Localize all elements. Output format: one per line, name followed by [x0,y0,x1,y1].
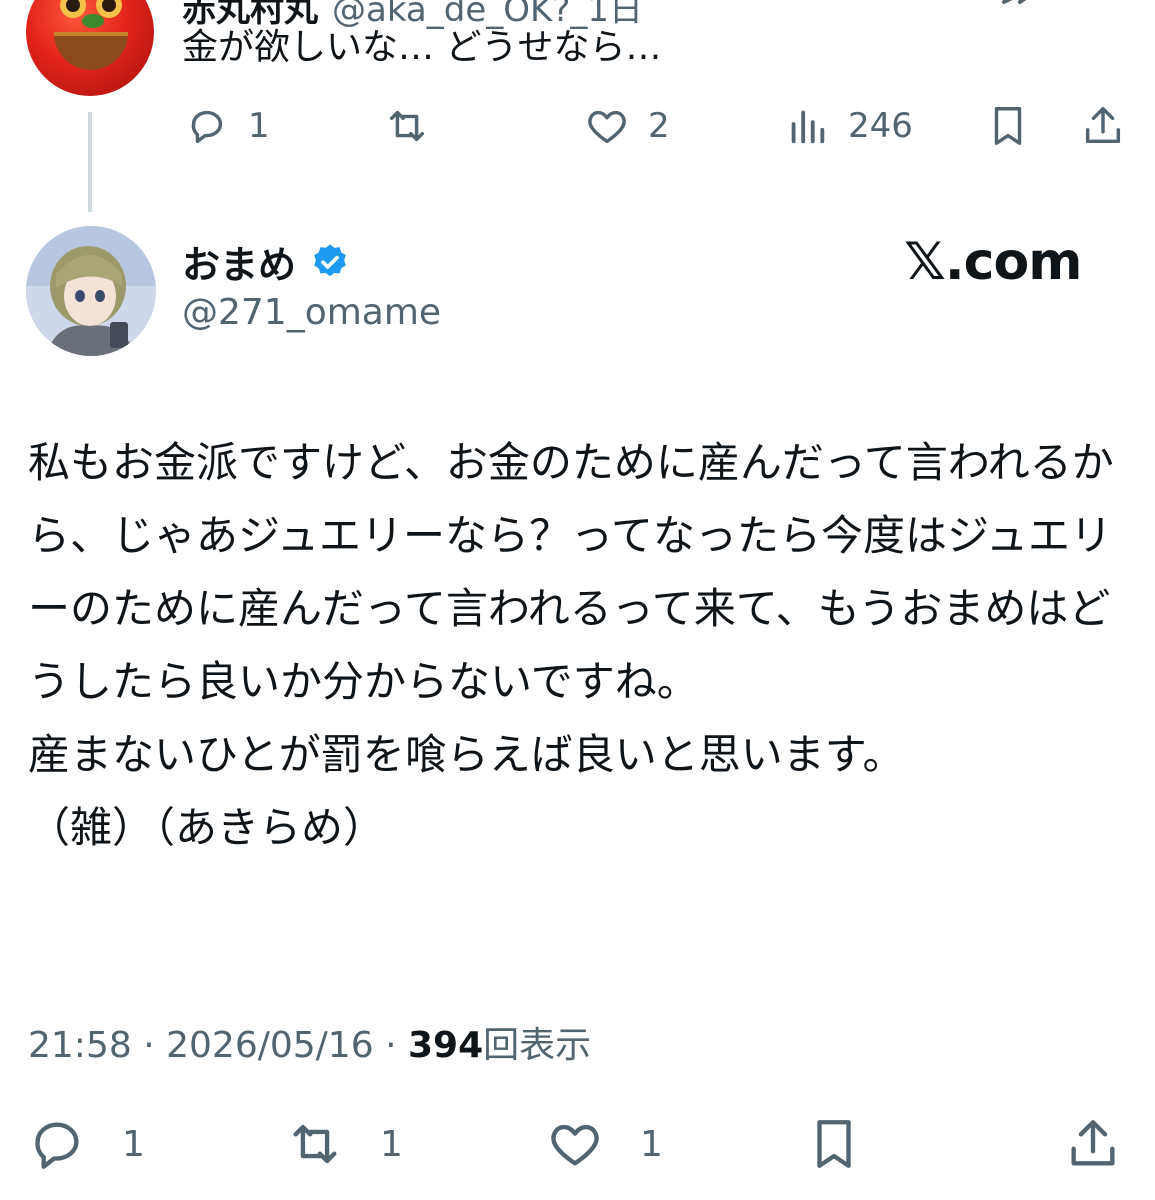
bookmark-icon [994,107,1022,145]
share-icon [1085,107,1121,144]
parent-views-count: 246 [848,106,913,146]
parent-bookmark-button[interactable] [985,96,1031,156]
avatar-eye-left [60,0,86,18]
avatar-illustration [26,226,156,356]
parent-reply-button[interactable]: 1 [184,96,270,156]
reply-button[interactable]: 1 [28,1108,145,1180]
tweet-text: 私もお金派ですけど、お金のために産んだって言われるから、じゃあジュエリーなら？っ… [28,438,1114,852]
author-handle[interactable]: @271_omame [182,292,441,333]
share-icon [1071,1120,1115,1166]
meta-separator: · [385,1025,397,1066]
bookmark-button[interactable] [805,1108,863,1180]
views-chart-icon [791,110,825,144]
retweet-button[interactable]: 1 [286,1108,403,1180]
heart-icon [551,1124,599,1166]
reply-icon [35,1122,79,1169]
tweet-date[interactable]: 2026/05/16 [166,1025,374,1066]
reply-count: 1 [122,1123,145,1165]
retweet-icon [389,110,425,142]
parent-views-button[interactable]: 246 [784,96,913,156]
grok-icon[interactable] [1000,0,1040,6]
heart-icon [588,110,626,144]
author-avatar[interactable] [26,226,156,356]
tweet-metadata: 21:58 · 2026/05/16 · 394回表示 [28,1016,591,1068]
parent-reply-count: 1 [248,106,270,146]
parent-tweet-text: 金が欲しいな… どうせなら… [182,27,662,68]
thread-connector-line [88,112,92,212]
parent-like-button[interactable]: 2 [584,96,670,156]
views-label: 回表示 [483,1025,592,1066]
retweet-icon [293,1124,337,1164]
author-display-name[interactable]: おまめ [182,234,296,289]
like-count: 1 [640,1123,663,1165]
parent-like-count: 2 [648,106,670,146]
avatar-mouth [54,32,128,70]
tweet-time[interactable]: 21:58 [28,1025,132,1066]
avatar-leaf [82,14,104,28]
reply-icon [191,110,223,144]
retweet-count: 1 [380,1123,403,1165]
share-button[interactable] [1064,1108,1122,1180]
parent-share-button[interactable] [1080,96,1126,156]
like-button[interactable]: 1 [546,1108,663,1180]
bookmark-icon [817,1120,851,1168]
verified-badge-icon [314,244,346,276]
parent-avatar[interactable] [26,0,154,96]
parent-retweet-button[interactable] [384,96,448,156]
x-com-logo: 𝕏.com [904,232,1082,292]
views-count: 394 [407,1025,484,1066]
meta-separator: · [143,1025,155,1066]
author-name[interactable]: おまめ [182,234,350,289]
